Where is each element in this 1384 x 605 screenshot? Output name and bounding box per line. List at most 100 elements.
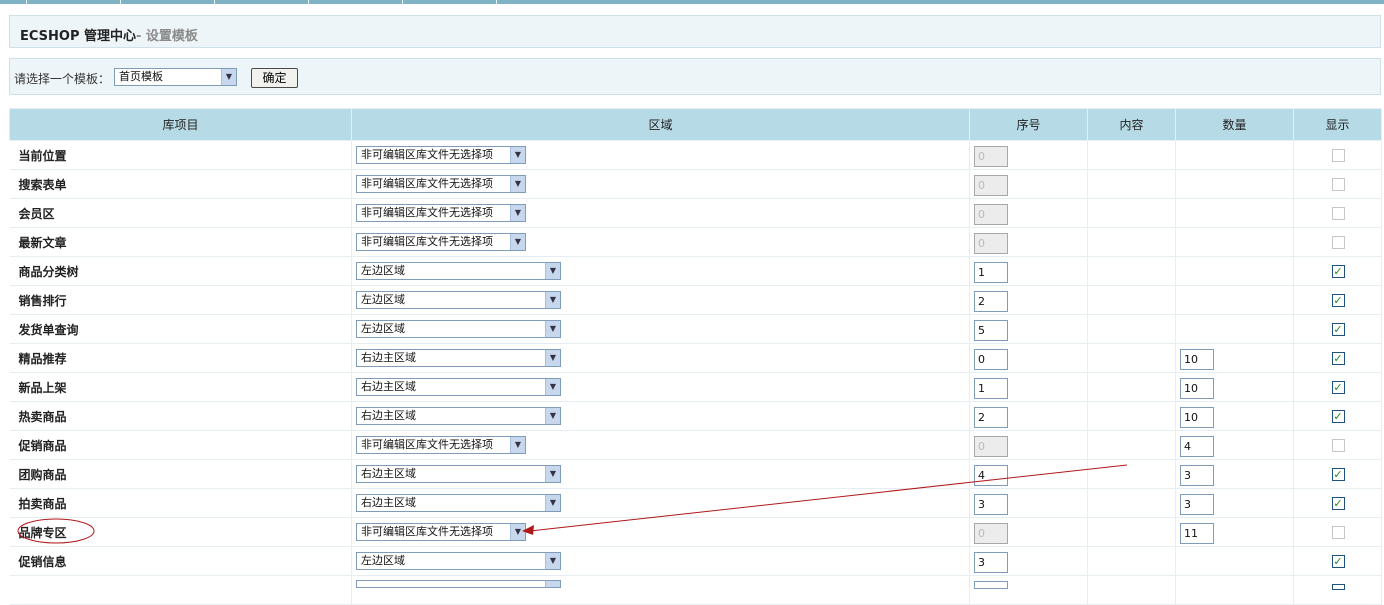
order-input[interactable]: 2	[974, 291, 1008, 312]
display-checkbox[interactable]: ✓	[1331, 497, 1345, 510]
quantity-input[interactable]: 3	[1180, 465, 1214, 486]
order-input[interactable]: 2	[974, 407, 1008, 428]
order-cell: 5	[969, 314, 1088, 344]
display-checkbox[interactable]: ✓	[1331, 352, 1345, 365]
order-input[interactable]: 0	[974, 204, 1008, 225]
library-item-name: 商品分类树	[9, 256, 352, 286]
region-select[interactable]: 右边主区域 ▼	[356, 465, 561, 483]
content-cell	[1087, 140, 1176, 170]
display-checkbox[interactable]: ✓	[1331, 381, 1345, 394]
library-item-name: 销售排行	[9, 285, 352, 315]
content-cell	[1087, 488, 1176, 518]
display-checkbox[interactable]	[1331, 178, 1345, 191]
region-select[interactable]: 右边主区域 ▼	[356, 378, 561, 396]
display-checkbox[interactable]: ✓	[1331, 294, 1345, 307]
order-input[interactable]: 1	[974, 262, 1008, 283]
region-select[interactable]: 非可编辑区库文件无选择项 ▼	[356, 436, 526, 454]
quantity-input[interactable]: 11	[1180, 523, 1214, 544]
region-cell: 左边区域 ▼	[351, 314, 970, 344]
order-input[interactable]: 0	[974, 233, 1008, 254]
display-checkbox[interactable]	[1331, 149, 1345, 162]
order-cell: 3	[969, 488, 1088, 518]
page-title-bar: ECSHOP 管理中心- 设置模板	[9, 15, 1381, 48]
quantity-input[interactable]: 4	[1180, 436, 1214, 457]
display-checkbox[interactable]	[1331, 207, 1345, 220]
region-select[interactable]	[356, 580, 561, 588]
display-cell	[1293, 517, 1382, 547]
region-select[interactable]: 非可编辑区库文件无选择项 ▼	[356, 204, 526, 222]
quantity-cell	[1175, 575, 1294, 605]
library-item-name: 促销商品	[9, 430, 352, 460]
display-cell: ✓	[1293, 256, 1382, 286]
region-select[interactable]: 右边主区域 ▼	[356, 494, 561, 512]
chevron-down-icon	[545, 581, 560, 587]
display-checkbox[interactable]	[1331, 584, 1345, 590]
content-cell	[1087, 430, 1176, 460]
chevron-down-icon: ▼	[510, 147, 525, 163]
order-cell: 0	[969, 517, 1088, 547]
table-row: 团购商品 右边主区域 ▼ 4 3 ✓	[9, 459, 1382, 489]
region-select[interactable]: 左边区域 ▼	[356, 291, 561, 309]
order-cell: 1	[969, 372, 1088, 402]
order-input[interactable]: 0	[974, 349, 1008, 370]
order-input[interactable]: 5	[974, 320, 1008, 341]
region-cell: 非可编辑区库文件无选择项 ▼	[351, 169, 970, 199]
order-cell: 0	[969, 227, 1088, 257]
region-select[interactable]: 非可编辑区库文件无选择项 ▼	[356, 175, 526, 193]
order-input[interactable]: 3	[974, 494, 1008, 515]
display-checkbox[interactable]: ✓	[1331, 323, 1345, 336]
confirm-button[interactable]: 确定	[251, 68, 298, 88]
region-select[interactable]: 非可编辑区库文件无选择项 ▼	[356, 233, 526, 251]
quantity-input[interactable]: 10	[1180, 378, 1214, 399]
order-input[interactable]: 0	[974, 146, 1008, 167]
display-checkbox[interactable]: ✓	[1331, 410, 1345, 423]
region-select[interactable]: 左边区域 ▼	[356, 552, 561, 570]
display-checkbox[interactable]	[1331, 439, 1345, 452]
content-cell	[1087, 343, 1176, 373]
column-header-display: 显示	[1293, 108, 1382, 141]
table-row: 商品分类树 左边区域 ▼ 1 ✓	[9, 256, 1382, 286]
region-select[interactable]: 左边区域 ▼	[356, 262, 561, 280]
order-input[interactable]: 1	[974, 378, 1008, 399]
region-select[interactable]: 非可编辑区库文件无选择项 ▼	[356, 523, 526, 541]
display-checkbox[interactable]: ✓	[1331, 555, 1345, 568]
content-cell	[1087, 256, 1176, 286]
content-cell	[1087, 546, 1176, 576]
table-row: 促销信息 左边区域 ▼ 3 ✓	[9, 546, 1382, 576]
order-input[interactable]: 4	[974, 465, 1008, 486]
display-checkbox[interactable]	[1331, 526, 1345, 539]
chevron-down-icon: ▼	[545, 495, 560, 511]
order-input[interactable]: 0	[974, 436, 1008, 457]
order-input[interactable]: 0	[974, 523, 1008, 544]
display-checkbox[interactable]: ✓	[1331, 468, 1345, 481]
display-cell: ✓	[1293, 459, 1382, 489]
region-cell: 非可编辑区库文件无选择项 ▼	[351, 140, 970, 170]
quantity-input[interactable]: 10	[1180, 349, 1214, 370]
display-checkbox[interactable]: ✓	[1331, 265, 1345, 278]
content-cell	[1087, 314, 1176, 344]
table-row: 发货单查询 左边区域 ▼ 5 ✓	[9, 314, 1382, 344]
region-select[interactable]: 非可编辑区库文件无选择项 ▼	[356, 146, 526, 164]
content-cell	[1087, 401, 1176, 431]
order-input[interactable]: 0	[974, 175, 1008, 196]
order-cell: 4	[969, 459, 1088, 489]
region-select[interactable]: 左边区域 ▼	[356, 320, 561, 338]
library-item-name: 品牌专区	[9, 517, 352, 547]
region-select[interactable]: 右边主区域 ▼	[356, 407, 561, 425]
region-select[interactable]: 右边主区域 ▼	[356, 349, 561, 367]
order-input[interactable]	[974, 581, 1008, 589]
order-cell: 1	[969, 256, 1088, 286]
order-cell: 2	[969, 285, 1088, 315]
library-item-name: 当前位置	[9, 140, 352, 170]
library-item-name: 团购商品	[9, 459, 352, 489]
quantity-cell	[1175, 140, 1294, 170]
chevron-down-icon: ▼	[510, 205, 525, 221]
display-checkbox[interactable]	[1331, 236, 1345, 249]
template-select[interactable]: 首页模板 ▼	[114, 68, 237, 86]
quantity-input[interactable]: 10	[1180, 407, 1214, 428]
quantity-input[interactable]: 3	[1180, 494, 1214, 515]
order-input[interactable]: 3	[974, 552, 1008, 573]
region-cell	[351, 575, 970, 605]
chevron-down-icon: ▼	[510, 437, 525, 453]
display-cell	[1293, 575, 1382, 605]
